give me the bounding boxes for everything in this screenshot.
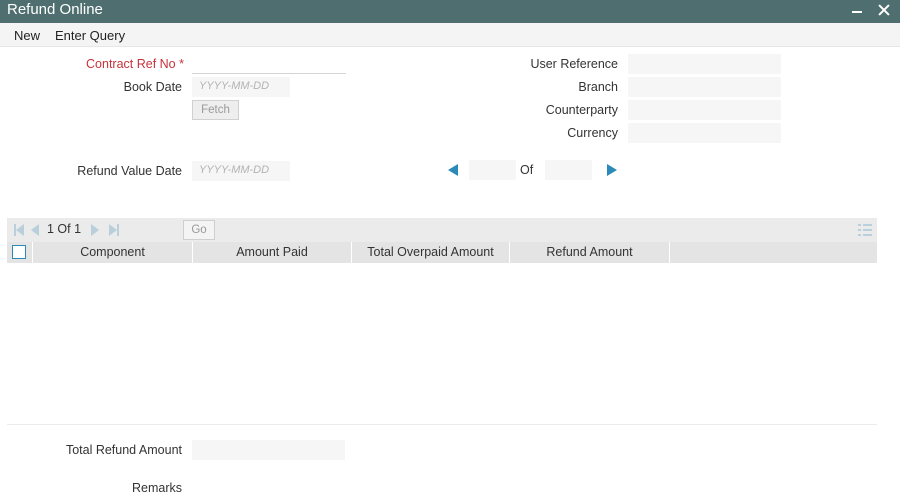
refund-value-date-input[interactable]: YYYY-MM-DD — [192, 161, 290, 181]
column-header-filler — [669, 242, 877, 263]
current-record-input[interactable] — [469, 160, 516, 180]
last-page-icon[interactable] — [109, 224, 120, 236]
column-header-amount-paid[interactable]: Amount Paid — [192, 242, 351, 263]
select-all-checkbox[interactable] — [12, 245, 26, 259]
column-header-total-overpaid[interactable]: Total Overpaid Amount — [351, 242, 509, 263]
of-label: Of — [520, 163, 534, 177]
title-bar: Refund Online — [0, 0, 900, 23]
book-date-input[interactable]: YYYY-MM-DD — [192, 77, 290, 97]
total-refund-amount-label: Total Refund Amount — [65, 443, 182, 457]
column-header-component[interactable]: Component — [32, 242, 192, 263]
grid-body — [7, 263, 877, 425]
menu-enter-query[interactable]: Enter Query — [55, 28, 125, 43]
user-reference-label: User Reference — [530, 57, 618, 71]
next-record-icon[interactable] — [607, 164, 617, 176]
contract-ref-label: Contract Ref No * — [86, 57, 184, 71]
go-button[interactable]: Go — [183, 220, 215, 240]
menu-new[interactable]: New — [14, 28, 40, 43]
column-header-refund-amount[interactable]: Refund Amount — [509, 242, 669, 263]
remarks-label: Remarks — [131, 481, 182, 492]
contract-ref-input[interactable] — [192, 52, 346, 74]
required-marker: * — [179, 57, 184, 71]
window-title: Refund Online — [7, 1, 103, 18]
grid-header: Component Amount Paid Total Overpaid Amo… — [7, 242, 877, 263]
currency-label: Currency — [567, 126, 618, 140]
first-page-icon[interactable] — [14, 224, 25, 236]
currency-input[interactable] — [628, 123, 781, 143]
book-date-label: Book Date — [123, 80, 182, 94]
refund-value-date-label: Refund Value Date — [77, 164, 182, 178]
prev-page-icon[interactable] — [31, 224, 39, 236]
fetch-button[interactable]: Fetch — [192, 100, 239, 120]
total-records-input[interactable] — [545, 160, 592, 180]
total-refund-amount-input[interactable] — [192, 440, 345, 460]
user-reference-input[interactable] — [628, 54, 781, 74]
branch-input[interactable] — [628, 77, 781, 97]
counterparty-input[interactable] — [628, 100, 781, 120]
next-page-icon[interactable] — [91, 224, 99, 236]
column-list-icon[interactable] — [858, 223, 872, 236]
close-icon[interactable] — [876, 0, 892, 20]
menu-bar: New Enter Query — [0, 23, 900, 47]
grid-toolbar: 1 Of 1 Go — [7, 218, 877, 242]
pagination-text: 1 Of 1 — [47, 222, 82, 236]
counterparty-label: Counterparty — [545, 103, 618, 117]
branch-label: Branch — [578, 80, 618, 94]
prev-record-icon[interactable] — [448, 164, 458, 176]
